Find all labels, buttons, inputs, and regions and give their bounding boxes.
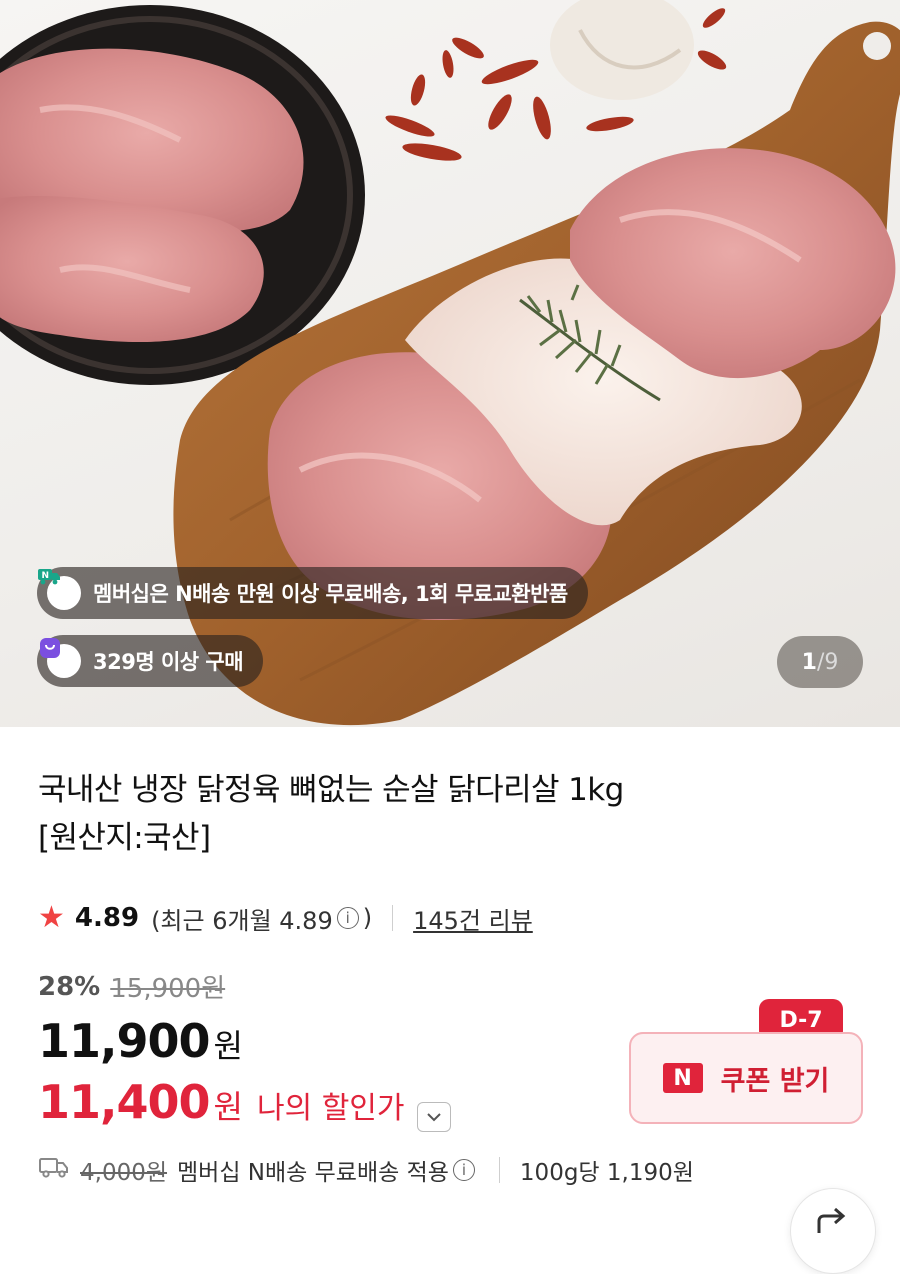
truck-icon: [38, 1155, 70, 1185]
sale-price: 11,900 원: [38, 1014, 243, 1068]
shipping-info-icon[interactable]: i: [452, 1159, 475, 1181]
original-price: 15,900원: [110, 974, 226, 1004]
shipping-text: 멤버십 N배송 무료배송 적용: [177, 1160, 449, 1186]
buyers-count-text: 329명 이상 구매: [93, 650, 244, 674]
delivery-truck-icon: N: [38, 569, 81, 610]
chevron-down-icon[interactable]: [416, 1102, 451, 1132]
delivery-benefit-badge: N 멤버십은 N배송 만원 이상 무료배송, 1회 무료교환반품: [37, 567, 588, 619]
buyers-count-badge: 329명 이상 구매: [37, 635, 264, 687]
rating-recent-text: (최근 6개월 4.89: [151, 906, 333, 935]
svg-text:N: N: [41, 571, 48, 581]
my-discount-price[interactable]: 11,400 원 나의 할인가: [38, 1075, 451, 1132]
rating-row: ★ 4.89 (최근 6개월 4.89 i ) 145건 리뷰: [38, 898, 533, 938]
product-image-carousel[interactable]: N 멤버십은 N배송 만원 이상 무료배송, 1회 무료교환반품 329명 이상…: [0, 0, 900, 727]
original-shipping-fee: 4,000원: [80, 1160, 168, 1186]
rating-score: 4.89: [74, 903, 140, 933]
product-title: 국내산 냉장 닭정육 뼈없는 순살 닭다리살 1kg [원산지:국산]: [38, 766, 798, 862]
sale-price-amount: 11,900: [38, 1014, 211, 1068]
unit-price: 100g당 1,190원: [519, 1160, 694, 1186]
share-button[interactable]: [790, 1188, 876, 1274]
share-icon: [815, 1207, 851, 1241]
delivery-benefit-text: 멤버십은 N배송 만원 이상 무료배송, 1회 무료교환반품: [93, 582, 568, 606]
shopping-bag-icon: [40, 638, 81, 678]
coupon-label: 쿠폰 받기: [720, 1065, 830, 1097]
naver-n-icon: N: [662, 1063, 703, 1093]
review-count-link[interactable]: 145건 리뷰: [413, 901, 533, 936]
image-counter: 1 / 9: [777, 636, 863, 688]
star-icon: ★: [38, 900, 65, 935]
my-price-label: 나의 할인가: [256, 1091, 405, 1126]
discount-percent: 28%: [38, 971, 101, 1002]
shipping-row: 4,000원 멤버십 N배송 무료배송 적용 i 100g당 1,190원: [38, 1150, 694, 1190]
image-index: 1: [801, 649, 817, 675]
divider: [498, 1157, 500, 1183]
rating-info-icon[interactable]: i: [336, 907, 359, 929]
my-price-amount: 11,400: [38, 1075, 211, 1129]
discount-row: 28% 15,900원: [38, 968, 225, 1005]
my-price-unit: 원: [213, 1088, 243, 1126]
product-title-line1: 국내산 냉장 닭정육 뼈없는 순살 닭다리살 1kg: [38, 772, 624, 808]
coupon-download-button[interactable]: N 쿠폰 받기: [629, 1032, 863, 1124]
image-sep: /: [816, 649, 825, 675]
sale-price-unit: 원: [213, 1027, 243, 1065]
rating-recent-close: ): [362, 904, 373, 932]
image-total: 9: [824, 649, 839, 675]
divider: [392, 905, 394, 931]
product-title-line2: [원산지:국산]: [38, 820, 211, 856]
